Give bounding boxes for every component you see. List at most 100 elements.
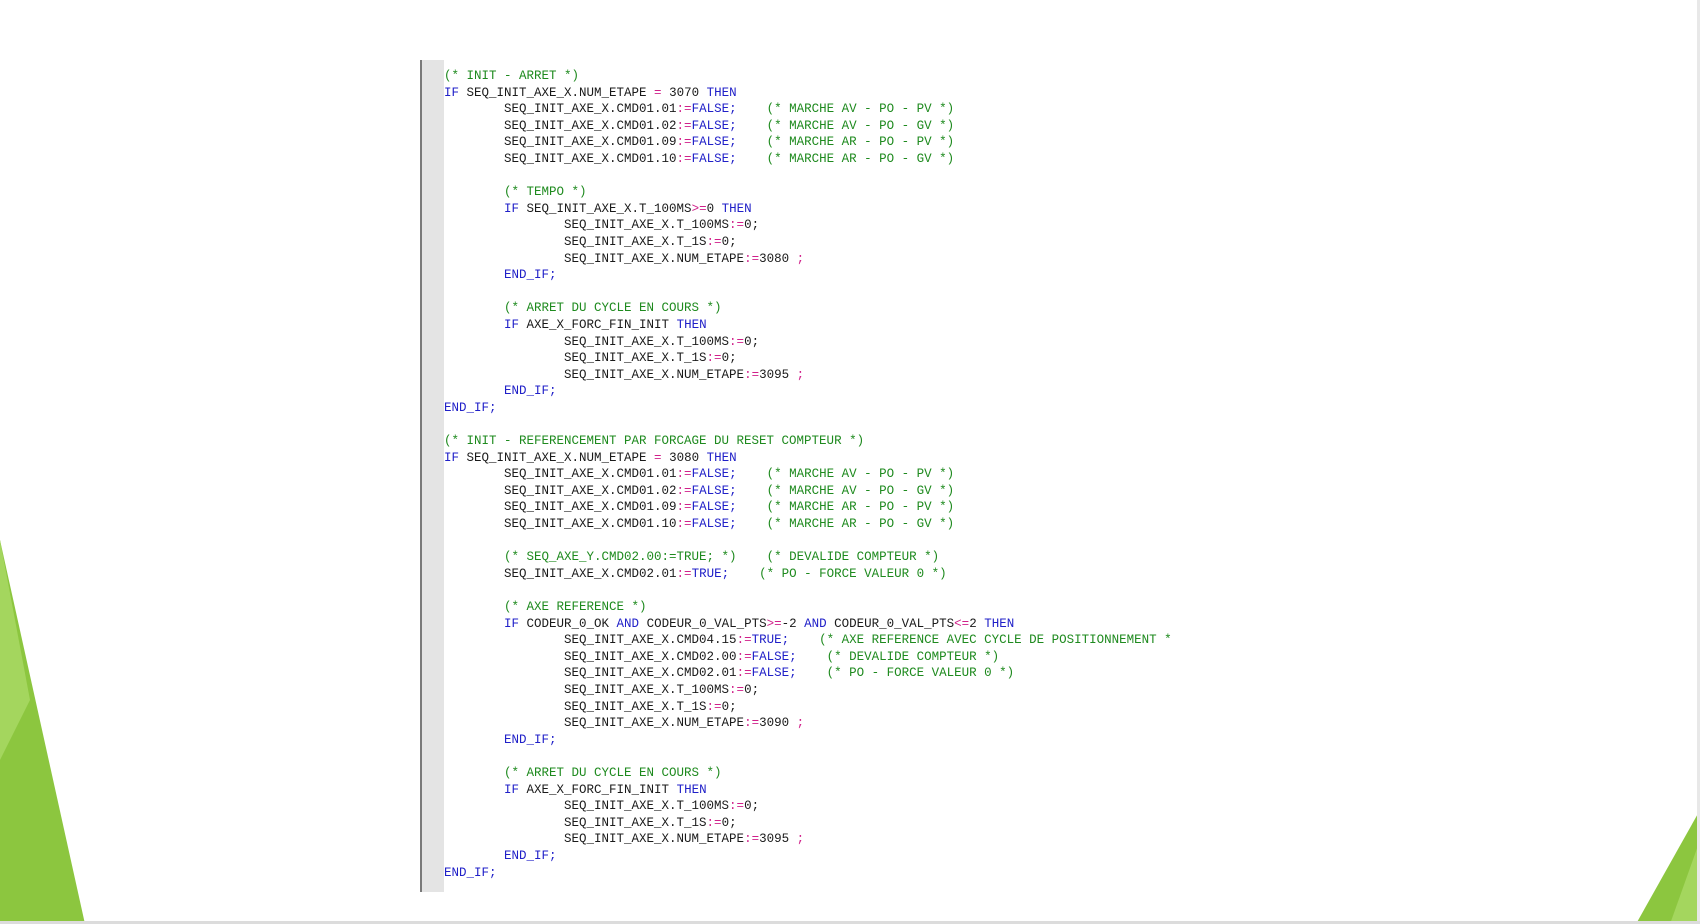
code-identifier — [737, 467, 767, 481]
code-keyword: IF — [444, 85, 467, 100]
code-identifier: CODEUR_0_VAL_PTS — [834, 616, 955, 631]
code-comment: (* PO - FORCE VALEUR 0 *) — [826, 666, 1015, 681]
code-keyword: END_IF; — [444, 400, 497, 415]
code-operator: := — [676, 118, 692, 133]
code-line: SEQ_INIT_AXE_X.CMD02.01:=TRUE; (* PO - F… — [444, 566, 1300, 583]
code-identifier — [444, 783, 504, 797]
code-operator: := — [706, 815, 722, 830]
code-line: SEQ_INIT_AXE_X.T_100MS:=0; — [444, 798, 1300, 815]
code-comment: (* MARCHE AV - PO - GV *) — [766, 118, 955, 133]
code-line: SEQ_INIT_AXE_X.NUM_ETAPE:=3095 ; — [444, 831, 1300, 848]
code-identifier — [444, 600, 504, 614]
code-keyword: IF — [504, 201, 527, 216]
code-line: SEQ_INIT_AXE_X.NUM_ETAPE:=3095 ; — [444, 367, 1300, 384]
code-keyword: THEN — [676, 782, 707, 797]
code-identifier — [737, 550, 767, 564]
code-identifier: SEQ_INIT_AXE_X.CMD02.00 — [444, 649, 737, 664]
code-operator: := — [736, 666, 752, 681]
code-identifier — [737, 517, 767, 531]
code-keyword: IF — [504, 616, 527, 631]
code-identifier — [444, 185, 504, 199]
code-line: (* ARRET DU CYCLE EN COURS *) — [444, 765, 1300, 782]
code-identifier: SEQ_INIT_AXE_X.CMD01.09 — [444, 500, 677, 515]
code-operator: := — [676, 500, 692, 515]
code-keyword: THEN — [706, 85, 737, 100]
code-identifier: AXE_X_FORC_FIN_INIT — [526, 317, 677, 332]
right-green-triangle-decoration — [1636, 810, 1700, 924]
code-keyword: FALSE; — [691, 118, 737, 133]
code-identifier: SEQ_INIT_AXE_X.NUM_ETAPE — [444, 367, 745, 382]
code-identifier: SEQ_INIT_AXE_X.T_100MS — [444, 799, 730, 814]
code-identifier: SEQ_INIT_AXE_X.NUM_ETAPE — [444, 832, 745, 847]
code-keyword: END_IF; — [504, 384, 557, 399]
code-line: SEQ_INIT_AXE_X.T_1S:=0; — [444, 350, 1300, 367]
code-identifier — [797, 666, 827, 680]
code-line: SEQ_INIT_AXE_X.CMD01.01:=FALSE; (* MARCH… — [444, 466, 1300, 483]
code-operator: := — [676, 467, 692, 482]
code-operator: := — [744, 251, 760, 266]
code-line: IF SEQ_INIT_AXE_X.NUM_ETAPE = 3070 THEN — [444, 85, 1300, 102]
code-keyword: END_IF; — [504, 268, 557, 283]
code-identifier — [789, 633, 819, 647]
code-keyword: THEN — [984, 616, 1015, 631]
code-identifier: AXE_X_FORC_FIN_INIT — [526, 782, 677, 797]
code-identifier: SEQ_INIT_AXE_X.CMD01.01 — [444, 467, 677, 482]
code-identifier: SEQ_INIT_AXE_X.NUM_ETAPE — [466, 450, 655, 465]
code-keyword: THEN — [676, 317, 707, 332]
code-comment: (* TEMPO *) — [504, 185, 587, 200]
code-line: SEQ_INIT_AXE_X.CMD02.00:=FALSE; (* DEVAL… — [444, 649, 1300, 666]
code-line: IF SEQ_INIT_AXE_X.T_100MS>=0 THEN — [444, 201, 1300, 218]
code-identifier: 3095 — [759, 832, 797, 847]
code-operator: := — [706, 699, 722, 714]
code-operator: = — [654, 85, 662, 100]
code-identifier: SEQ_INIT_AXE_X.T_100MS — [444, 218, 730, 233]
code-identifier: SEQ_INIT_AXE_X.CMD04.15 — [444, 633, 737, 648]
code-line: SEQ_INIT_AXE_X.T_100MS:=0; — [444, 682, 1300, 699]
code-identifier: SEQ_INIT_AXE_X.CMD02.01 — [444, 666, 737, 681]
code-comment: (* DEVALIDE COMPTEUR *) — [766, 550, 940, 565]
code-operator: <= — [954, 616, 970, 631]
code-identifier: SEQ_INIT_AXE_X.CMD01.09 — [444, 135, 677, 150]
code-operator: ; — [796, 716, 805, 731]
code-line: SEQ_INIT_AXE_X.CMD01.10:=FALSE; (* MARCH… — [444, 516, 1300, 533]
code-identifier — [444, 268, 504, 282]
code-keyword: IF — [444, 450, 467, 465]
code-identifier: 0; — [744, 334, 760, 349]
code-line: END_IF; — [444, 732, 1300, 749]
code-identifier — [737, 484, 767, 498]
code-line: IF AXE_X_FORC_FIN_INIT THEN — [444, 782, 1300, 799]
code-comment: (* ARRET DU CYCLE EN COURS *) — [504, 765, 722, 780]
code-keyword: END_IF; — [504, 732, 557, 747]
code-editor[interactable]: (* INIT - ARRET *) IF SEQ_INIT_AXE_X.NUM_… — [420, 60, 1300, 892]
code-identifier — [737, 119, 767, 133]
code-operator: := — [736, 633, 752, 648]
code-operator: := — [744, 716, 760, 731]
code-line: SEQ_INIT_AXE_X.CMD01.02:=FALSE; (* MARCH… — [444, 118, 1300, 135]
editor-gutter — [420, 60, 444, 892]
code-identifier: SEQ_INIT_AXE_X.T_1S — [444, 234, 707, 249]
code-identifier: SEQ_INIT_AXE_X.T_1S — [444, 699, 707, 714]
code-line: END_IF; — [444, 383, 1300, 400]
code-operator: := — [676, 151, 692, 166]
code-keyword: THEN — [706, 450, 737, 465]
code-line: SEQ_INIT_AXE_X.CMD01.02:=FALSE; (* MARCH… — [444, 483, 1300, 500]
code-identifier — [444, 202, 504, 216]
code-keyword: END_IF; — [444, 865, 497, 880]
code-line: SEQ_INIT_AXE_X.CMD04.15:=TRUE; (* AXE RE… — [444, 632, 1300, 649]
code-comment: (* DEVALIDE COMPTEUR *) — [826, 649, 1000, 664]
code-keyword: FALSE; — [691, 483, 737, 498]
code-identifier: SEQ_INIT_AXE_X.NUM_ETAPE — [444, 716, 745, 731]
code-line: (* INIT - REFERENCEMENT PAR FORCAGE DU R… — [444, 433, 1300, 450]
code-keyword: IF — [504, 317, 527, 332]
code-operator: := — [729, 799, 745, 814]
code-identifier: 3070 — [661, 85, 707, 100]
code-operator: >= — [766, 616, 782, 631]
code-line: SEQ_INIT_AXE_X.T_1S:=0; — [444, 699, 1300, 716]
code-text-area[interactable]: (* INIT - ARRET *) IF SEQ_INIT_AXE_X.NUM_… — [444, 68, 1300, 881]
code-keyword: AND — [616, 616, 647, 631]
code-comment: (* MARCHE AR - PO - GV *) — [766, 517, 955, 532]
code-identifier: SEQ_INIT_AXE_X.NUM_ETAPE — [444, 251, 745, 266]
